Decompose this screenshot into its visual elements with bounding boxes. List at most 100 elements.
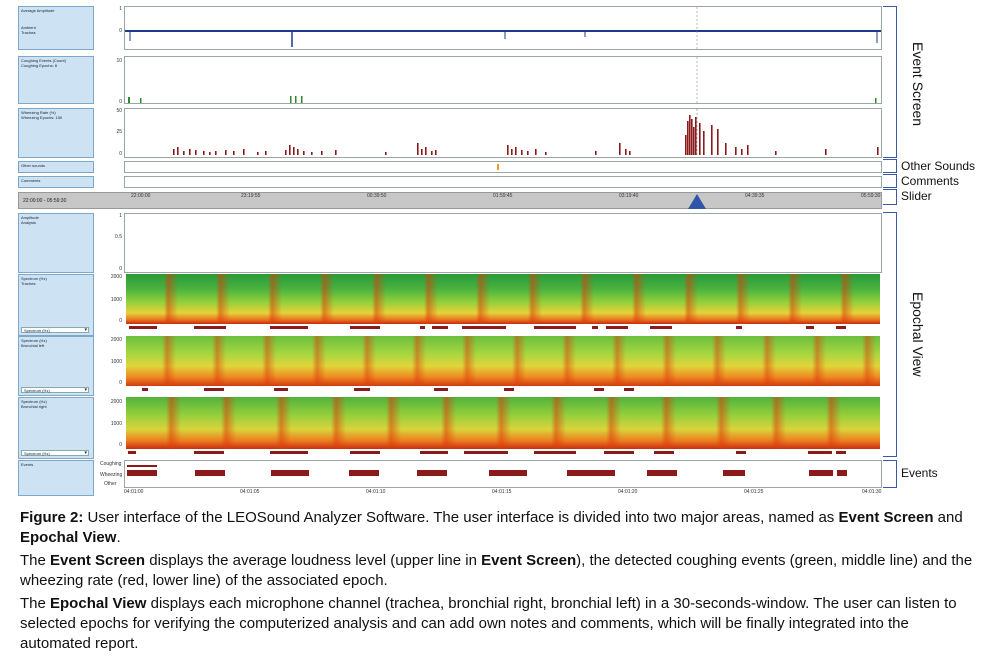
amp-tick-mid: 0.5 bbox=[115, 234, 122, 240]
slider-time-6: 05:59:30 bbox=[861, 193, 881, 199]
wheeze-bar bbox=[435, 150, 437, 155]
wheeze-bar bbox=[335, 150, 337, 155]
spec-trachea-label-box[interactable]: Spectrum (Hz) Trachea Spectrum (Hz) bbox=[18, 274, 94, 336]
event-bar bbox=[142, 388, 148, 391]
event-bar bbox=[808, 451, 832, 454]
wheezing-label-box[interactable]: Wheezing Rate (%) Wheezing Epochs: 150 bbox=[18, 108, 94, 158]
wheeze-bar bbox=[825, 149, 827, 155]
slider-time-1: 23:19:55 bbox=[241, 193, 261, 199]
coughing-plot[interactable] bbox=[124, 56, 882, 104]
wheeze-bar bbox=[685, 135, 687, 155]
other-sounds-track[interactable] bbox=[124, 161, 882, 173]
spec-trachea-dropdown[interactable]: Spectrum (Hz) bbox=[21, 327, 89, 333]
comments-label-box[interactable]: Comments bbox=[18, 176, 94, 188]
wheeze-bar bbox=[877, 147, 879, 155]
amplitude-analysis-plot[interactable] bbox=[124, 213, 882, 273]
wheeze-bar bbox=[699, 123, 701, 155]
wheeze-tick-top: 50 bbox=[116, 108, 122, 114]
spectrogram-trachea[interactable] bbox=[124, 274, 882, 336]
caption-p2-text-c: displays the average loudness level (upp… bbox=[145, 552, 482, 569]
caption-p1-text-e: . bbox=[116, 529, 121, 546]
slider-handle-icon[interactable] bbox=[687, 193, 707, 209]
spec-br-right-channel: Bronchial right bbox=[21, 404, 47, 409]
event-bar bbox=[420, 451, 448, 454]
spec-br-right-label-box[interactable]: Spectrum (Hz) Bronchial right Spectrum (… bbox=[18, 397, 94, 459]
wheeze-bar bbox=[711, 125, 713, 155]
wheeze-bar bbox=[535, 149, 537, 155]
avg-amplitude-label-box[interactable]: Average Amplitude Ambient Trachea bbox=[18, 6, 94, 50]
comments-track[interactable] bbox=[124, 176, 882, 188]
event-bar bbox=[604, 451, 634, 454]
events-time-2: 04:01:10 bbox=[366, 489, 386, 495]
wheeze-bar bbox=[265, 151, 267, 155]
wheeze-bar bbox=[545, 152, 547, 155]
spec-br-right-dropdown[interactable]: Spectrum (Hz) bbox=[21, 450, 89, 456]
event-screen-annotation: Event Screen bbox=[910, 42, 926, 127]
wheeze-bar bbox=[625, 149, 627, 155]
wheeze-bar bbox=[693, 127, 695, 155]
wheeze-bar bbox=[741, 149, 743, 155]
wheeze-bar bbox=[297, 149, 299, 155]
wheeze-bar bbox=[189, 149, 191, 155]
event-bar bbox=[534, 326, 576, 329]
event-bar bbox=[350, 451, 380, 454]
event-bar bbox=[417, 470, 447, 476]
events-bars bbox=[127, 465, 847, 476]
other-sound-marker[interactable] bbox=[497, 164, 499, 170]
spec2-tick-top: 2000 bbox=[110, 337, 122, 343]
events-label-box[interactable]: Events bbox=[18, 460, 94, 496]
wheeze-bar bbox=[177, 147, 179, 155]
avg-amp-tick-bottom: 0 bbox=[119, 28, 122, 34]
caption-p2-text-a: The bbox=[20, 552, 51, 569]
spec-br-left-dropdown[interactable]: Spectrum (Hz) bbox=[21, 387, 89, 393]
caption-p1-text-c: and bbox=[933, 509, 963, 526]
events-time-4: 04:01:20 bbox=[618, 489, 638, 495]
slider-range-label: 22:00:00 - 05:59:30 bbox=[23, 198, 67, 204]
wheeze-bar bbox=[527, 151, 529, 155]
slider-time-0: 22:00:00 bbox=[131, 193, 151, 199]
slider-bar[interactable]: 22:00:00 - 05:59:30 22:00:00 23:19:55 00… bbox=[18, 192, 882, 209]
wheeze-bar bbox=[417, 143, 419, 155]
amplitude-analysis-label-box[interactable]: Amplitude Analysis bbox=[18, 213, 94, 273]
comments-bracket bbox=[883, 174, 897, 188]
spec-br-left-channel: Bronchial left bbox=[21, 343, 45, 348]
event-bar bbox=[654, 451, 674, 454]
wheeze-bar bbox=[511, 149, 513, 155]
coughing-label-box[interactable]: Coughing Events (Count) Coughing Epochs:… bbox=[18, 56, 94, 104]
wheezing-bars bbox=[173, 109, 879, 157]
caption-p3-bold: Epochal View bbox=[50, 595, 147, 612]
wheeze-bar bbox=[293, 147, 295, 155]
slider-time-5: 04:39:35 bbox=[745, 193, 765, 199]
spectrogram-bronchial-right[interactable] bbox=[124, 397, 882, 459]
events-row-wheezing: Wheezing bbox=[100, 472, 123, 478]
avg-amplitude-trace bbox=[125, 7, 881, 49]
wheezing-plot[interactable] bbox=[124, 108, 882, 158]
wheeze-bar bbox=[195, 150, 197, 155]
event-bar bbox=[534, 451, 576, 454]
event-bar bbox=[837, 470, 847, 476]
spec2-tick-bottom: 0 bbox=[119, 380, 122, 386]
spectrogram-bronchial-left[interactable] bbox=[124, 336, 882, 396]
spec-br-left-label-box[interactable]: Spectrum (Hz) Bronchial left Spectrum (H… bbox=[18, 336, 94, 396]
slider-annotation: Slider bbox=[901, 189, 932, 203]
event-bar bbox=[194, 326, 226, 329]
event-bar bbox=[194, 451, 224, 454]
spec2-tick-mid: 1000 bbox=[110, 359, 122, 365]
spec3-tick-mid: 1000 bbox=[110, 421, 122, 427]
spec3-tick-top: 2000 bbox=[110, 399, 122, 405]
wheezing-epochs: Wheezing Epochs: 150 bbox=[21, 115, 63, 120]
events-annotation: Events bbox=[901, 466, 938, 480]
wheeze-tick-bottom: 0 bbox=[119, 151, 122, 157]
caption-paragraph-3: The Epochal View displays each microphon… bbox=[20, 594, 980, 654]
wheeze-bar bbox=[689, 115, 691, 155]
figure-caption: Figure 2: User interface of the LEOSound… bbox=[20, 508, 980, 657]
wheeze-bar bbox=[321, 151, 323, 155]
other-sounds-label-box[interactable]: Other sounds bbox=[18, 161, 94, 173]
events-plot[interactable] bbox=[124, 460, 882, 488]
caption-p2-bold-b: Event Screen bbox=[481, 552, 577, 569]
caption-p3-text-a: The bbox=[20, 595, 51, 612]
avg-amplitude-plot[interactable] bbox=[124, 6, 882, 50]
spec1-tick-bottom: 0 bbox=[119, 318, 122, 324]
event-bar bbox=[606, 326, 628, 329]
wheeze-bar bbox=[421, 149, 423, 155]
